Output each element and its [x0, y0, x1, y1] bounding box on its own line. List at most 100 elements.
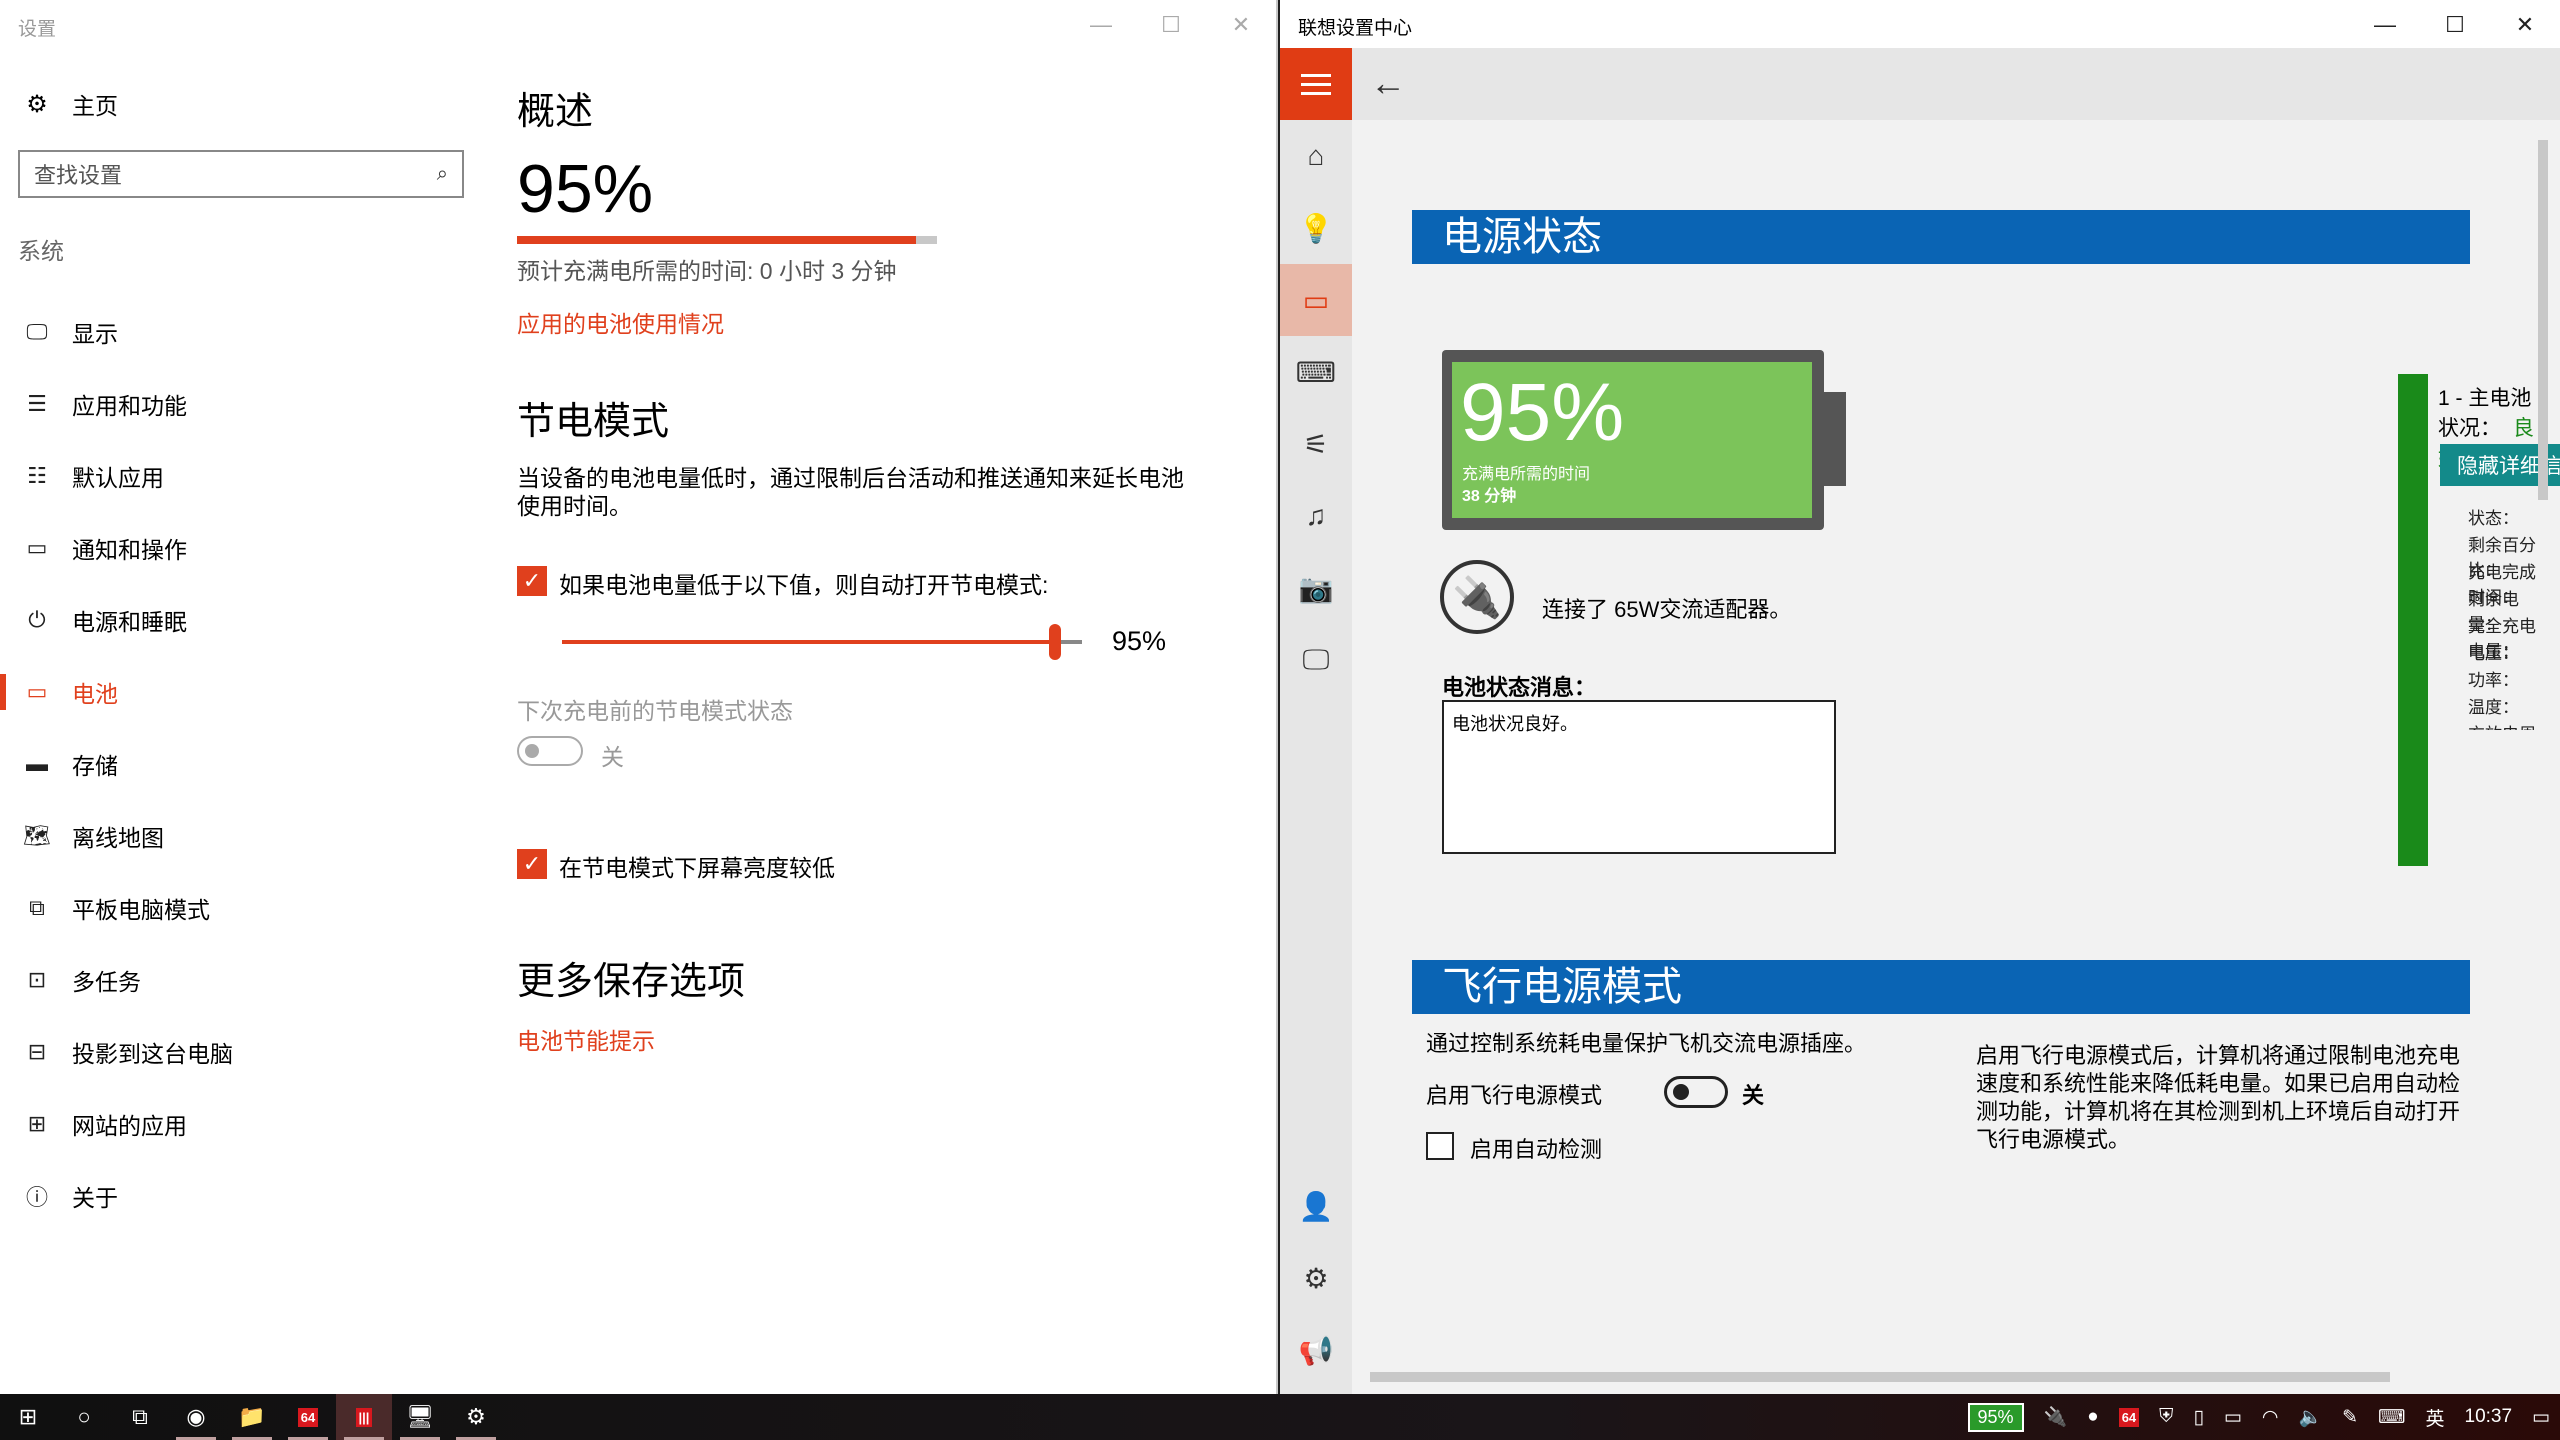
green-tray-icon[interactable]: ● — [2077, 1394, 2108, 1440]
maximize-button[interactable]: ☐ — [2420, 0, 2490, 50]
maximize-button[interactable]: ☐ — [1136, 0, 1206, 50]
app-64-badge: 64 — [297, 1407, 319, 1427]
sidebar-item-battery[interactable]: ▭ 电池 — [0, 656, 480, 728]
sidebar-item-list[interactable]: ☰ 应用和功能 — [0, 368, 480, 440]
sidebar-item-notification[interactable]: ▭ 通知和操作 — [0, 512, 480, 584]
app-64-icon[interactable]: 64 — [280, 1394, 336, 1440]
start-windows-icon[interactable]: ⊞ — [0, 1394, 56, 1440]
home-icon[interactable]: ⌂ — [1280, 120, 1352, 192]
tablet-icon: ⧉ — [29, 895, 45, 920]
detail-label: 温度： — [2468, 698, 2519, 717]
cortana-circle-icon[interactable]: ○ — [56, 1394, 112, 1440]
task-view-icon[interactable]: ⧉ — [112, 1394, 168, 1440]
keyboard-mouse-icon[interactable]: ⌨ — [1280, 336, 1352, 408]
battery-power-icon[interactable]: ▭ — [1280, 264, 1352, 336]
lenovo-app-icon[interactable]: ||| — [336, 1394, 392, 1440]
app-window-icon[interactable]: 🖥 — [392, 1394, 448, 1440]
threshold-slider-track[interactable] — [562, 640, 1054, 644]
sidebar-item-label: 关于 — [72, 1185, 118, 1211]
audio-icon[interactable]: ♫ — [1280, 480, 1352, 552]
camera-icon[interactable]: 📷 — [1280, 552, 1352, 624]
sidebar-item-multitask[interactable]: ⊡ 多任务 — [0, 944, 480, 1016]
lenovo-topbar: ← — [1280, 48, 2560, 120]
nav-home-label: 主页 — [72, 93, 118, 119]
sidebar-item-map[interactable]: 🗺 离线地图 — [0, 800, 480, 872]
back-arrow-icon[interactable]: ← — [1370, 62, 1406, 104]
file-explorer-icon[interactable]: 📁 — [224, 1394, 280, 1440]
minimize-button[interactable]: — — [1066, 0, 1136, 50]
sidebar-item-tablet[interactable]: ⧉ 平板电脑模式 — [0, 872, 480, 944]
sidebar-item-label: 平板电脑模式 — [72, 897, 210, 923]
sidebar-item-web-apps[interactable]: ⊞ 网站的应用 — [0, 1088, 480, 1160]
network-icon[interactable]: ⚟ — [1280, 408, 1352, 480]
saver-heading: 节电模式 — [517, 401, 670, 443]
sidebar-item-project[interactable]: ⊟ 投影到这台电脑 — [0, 1016, 480, 1088]
battery-icon: ▭ — [26, 679, 48, 704]
sidebar-item-default-apps[interactable]: ☷ 默认应用 — [0, 440, 480, 512]
settings-nav: 🖵 显示 ☰ 应用和功能 ☷ 默认应用 ▭ 通知和操作 ⏻ 电源和睡眠 ▭ 电池 ▬ 存储 🗺 离线地图 ⧉ 平板… — [0, 296, 480, 1232]
flight-toggle-label: 启用飞行电源模式 — [1426, 1083, 1603, 1108]
display-icon[interactable]: 🖵 — [1280, 624, 1352, 696]
detail-label: 电压： — [2468, 644, 2519, 663]
ime-indicator[interactable]: 英 — [2415, 1394, 2454, 1440]
window-title: 联想设置中心 — [1298, 18, 1413, 39]
megaphone-icon[interactable]: 📢 — [1280, 1314, 1352, 1386]
auto-saver-label: 如果电池电量低于以下值，则自动打开节电模式: — [559, 572, 1049, 598]
wifi-icon[interactable]: ◠ — [2252, 1394, 2289, 1440]
auto-saver-checkbox[interactable]: ✓ — [517, 566, 547, 596]
plug-tray-icon[interactable]: 🔌 — [2034, 1394, 2078, 1440]
settings-gear-icon[interactable]: ⚙ — [448, 1394, 504, 1440]
search-placeholder: 查找设置 — [34, 163, 123, 188]
list-icon: ☰ — [27, 391, 47, 416]
flight-info-text: 启用飞行电源模式后，计算机将通过限制电池充电速度和系统性能来降低耗电量。如果已启… — [1976, 1043, 2461, 1152]
lightbulb-icon[interactable]: 💡 — [1280, 192, 1352, 264]
action-center-icon[interactable]: ▭ — [2522, 1394, 2560, 1440]
clock[interactable]: 10:37 — [2455, 1394, 2523, 1440]
close-button[interactable]: ✕ — [2490, 0, 2560, 50]
map-icon: 🗺 — [23, 823, 51, 848]
sidebar-item-label: 显示 — [72, 321, 118, 347]
saver-status-value: 关 — [601, 744, 624, 770]
threshold-slider-thumb[interactable] — [1049, 624, 1061, 660]
sidebar-item-monitor[interactable]: 🖵 显示 — [0, 296, 480, 368]
sidebar-item-label: 应用和功能 — [72, 393, 187, 419]
notification-icon: ▭ — [26, 535, 48, 560]
minimize-button[interactable]: — — [2350, 0, 2420, 50]
settings-titlebar: 设置 — ☐ ✕ — [0, 0, 1276, 50]
keyboard-icon[interactable]: ⌨ — [2368, 1394, 2415, 1440]
close-button[interactable]: ✕ — [1206, 0, 1276, 50]
battery-usage-link[interactable]: 应用的电池使用情况 — [517, 305, 724, 339]
settings-window: 设置 — ☐ ✕ ⚙ 主页 查找设置 ⌕ 系统 🖵 显示 ☰ 应用和功能 ☷ 默认应用 ▭ 通… — [0, 0, 1278, 1394]
tablet-tray-icon[interactable]: ▯ — [2183, 1394, 2213, 1440]
volume-icon[interactable]: 🔈 — [2288, 1394, 2332, 1440]
pen-icon[interactable]: ✎ — [2332, 1394, 2368, 1440]
battery-indicator[interactable]: 95% — [1958, 1394, 2034, 1440]
chrome-icon[interactable]: ◉ — [168, 1394, 224, 1440]
flight-description: 通过控制系统耗电量保护飞机交流电源插座。 — [1426, 1031, 1867, 1056]
battery-tray-icon[interactable]: ▭ — [2214, 1394, 2252, 1440]
nav-home[interactable]: ⚙ 主页 — [22, 84, 118, 124]
app-64-tray-icon[interactable]: 64 — [2109, 1394, 2149, 1440]
page-vertical-scrollbar[interactable] — [2538, 140, 2548, 500]
user-icon[interactable]: 👤 — [1280, 1170, 1352, 1242]
sidebar-item-storage[interactable]: ▬ 存储 — [0, 728, 480, 800]
monitor-icon: 🖵 — [26, 319, 48, 344]
hamburger-menu-button[interactable] — [1280, 48, 1352, 120]
time-to-full: 预计充满电所需的时间: 0 小时 3 分钟 — [517, 258, 897, 284]
sidebar-item-info[interactable]: ⓘ 关于 — [0, 1160, 480, 1232]
search-input[interactable]: 查找设置 ⌕ — [18, 150, 464, 198]
gear-icon[interactable]: ⚙ — [1280, 1242, 1352, 1314]
lower-brightness-checkbox[interactable]: ✓ — [517, 849, 547, 879]
detail-label: 功率： — [2468, 671, 2519, 690]
flight-mode-toggle[interactable] — [1664, 1076, 1728, 1108]
sidebar-item-power[interactable]: ⏻ 电源和睡眠 — [0, 584, 480, 656]
shield-icon[interactable]: ⛨ — [2149, 1394, 2183, 1440]
saver-status-toggle[interactable] — [517, 736, 583, 766]
sidebar-item-label: 多任务 — [72, 969, 141, 995]
auto-detect-checkbox[interactable] — [1426, 1132, 1454, 1160]
lower-brightness-label: 在节电模式下屏幕亮度较低 — [559, 855, 835, 881]
storage-icon: ▬ — [26, 751, 48, 776]
section-label: 系统 — [18, 238, 64, 264]
battery-tips-link[interactable]: 电池节能提示 — [517, 1022, 655, 1056]
page-horizontal-scrollbar[interactable] — [1370, 1372, 2390, 1382]
